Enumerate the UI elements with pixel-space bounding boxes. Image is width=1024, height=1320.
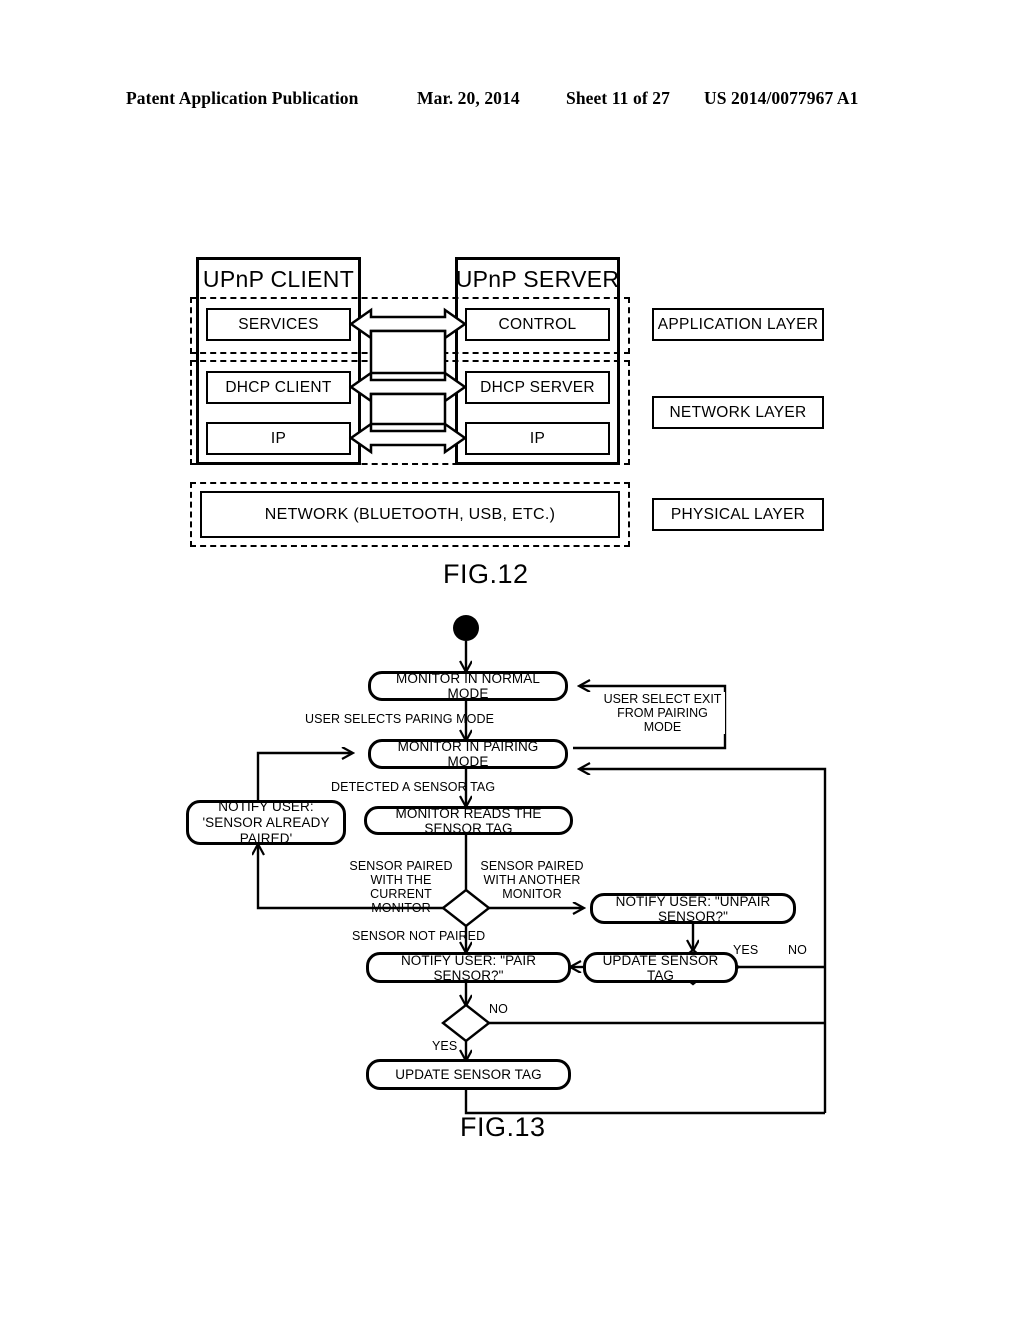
label-sensor-paired-another-monitor: SENSOR PAIRED WITH ANOTHER MONITOR (480, 859, 584, 901)
label-sensor-not-paired: SENSOR NOT PAIRED (352, 929, 486, 943)
state-notify-pair-sensor: NOTIFY USER: "PAIR SENSOR?" (366, 952, 571, 983)
label-detected-sensor-tag: DETECTED A SENSOR TAG (331, 780, 496, 794)
patent-page: Patent Application Publication Mar. 20, … (0, 0, 1024, 1320)
label-sensor-paired-current-monitor: SENSOR PAIRED WITH THE CURRENT MONITOR (349, 859, 453, 915)
state-monitor-reads-sensor-tag: MONITOR READS THE SENSOR TAG (364, 806, 573, 836)
label-yes-upper: YES (733, 943, 759, 957)
label-user-selects-pairing-mode: USER SELECTS PARING MODE (305, 712, 495, 726)
state-notify-already-paired: NOTIFY USER: 'SENSOR ALREADY PAIRED' (186, 799, 346, 846)
state-monitor-normal-mode: MONITOR IN NORMAL MODE (368, 671, 568, 701)
label-no-lower: NO (489, 1002, 508, 1016)
state-update-sensor-tag-middle: UPDATE SENSOR TAG (583, 952, 738, 983)
figure-13: MONITOR IN NORMAL MODE MONITOR IN PAIRIN… (0, 0, 1024, 1320)
label-user-select-exit-pairing: USER SELECT EXIT FROM PAIRING MODE (600, 692, 725, 734)
figure-13-caption: FIG.13 (460, 1112, 546, 1142)
state-monitor-pairing-mode: MONITOR IN PAIRING MODE (368, 739, 568, 769)
state-update-sensor-tag-bottom: UPDATE SENSOR TAG (366, 1059, 571, 1090)
label-no-upper: NO (788, 943, 807, 957)
state-notify-unpair-sensor: NOTIFY USER: "UNPAIR SENSOR?" (590, 893, 796, 924)
label-yes-lower: YES (432, 1039, 458, 1053)
